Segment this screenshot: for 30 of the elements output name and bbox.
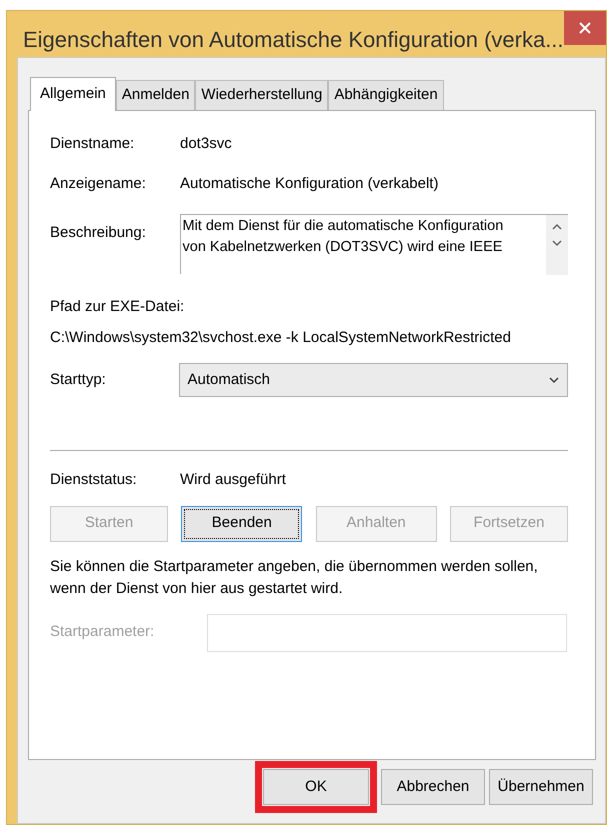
field-label: Dienstname: (50, 134, 136, 154)
tab[interactable]: Wiederherstellung (195, 80, 328, 110)
field-label: Beschreibung: (50, 223, 147, 243)
scroll-up-icon[interactable] (552, 223, 562, 230)
field-value: Wird ausgeführt (180, 470, 286, 490)
field-label: Anzeigename: (50, 174, 147, 194)
dialog-button[interactable]: Übernehmen (489, 769, 593, 805)
chevron-down-icon (549, 376, 559, 384)
path-label: Pfad zur EXE-Datei: (50, 297, 184, 317)
scroll-down-icon[interactable] (552, 240, 562, 247)
field-label: Starttyp: (50, 370, 107, 390)
scrollbar[interactable] (546, 215, 568, 275)
path-value: C:\Windows\system32\svchost.exe -k LocalSystemNetworkRestricted (50, 328, 511, 348)
field-value: dot3svc (180, 134, 232, 154)
tab[interactable]: Allgemein (30, 77, 116, 111)
startup-type-dropdown[interactable]: Automatisch (179, 363, 568, 397)
dialog-button[interactable]: Abbrechen (381, 769, 485, 805)
service-button[interactable]: Beenden (181, 506, 302, 542)
dialog-button[interactable]: OK (263, 769, 369, 805)
close-button[interactable] (564, 11, 606, 45)
description-line: Mit dem Dienst für die automatische Konfiguration (182, 217, 504, 236)
field-label: Startparameter: (50, 622, 156, 642)
close-icon (578, 22, 591, 34)
field-label: Dienststatus: (50, 470, 138, 490)
window-title: Eigenschaften von Automatische Konfiguration (verka... (22, 26, 564, 54)
tab[interactable]: Abhängigkeiten (328, 80, 444, 110)
hint-text: Sie können die Startparameter angeben, die übernommen werden sollen, wenn der Dienst von hier aus gestartet wird. (50, 556, 539, 598)
field-value: Automatische Konfiguration (verkabelt) (180, 174, 438, 194)
description-line: von Kabelnetzwerken (DOT3SVC) wird eine IEEE (182, 238, 502, 257)
tab[interactable]: Anmelden (116, 80, 196, 110)
